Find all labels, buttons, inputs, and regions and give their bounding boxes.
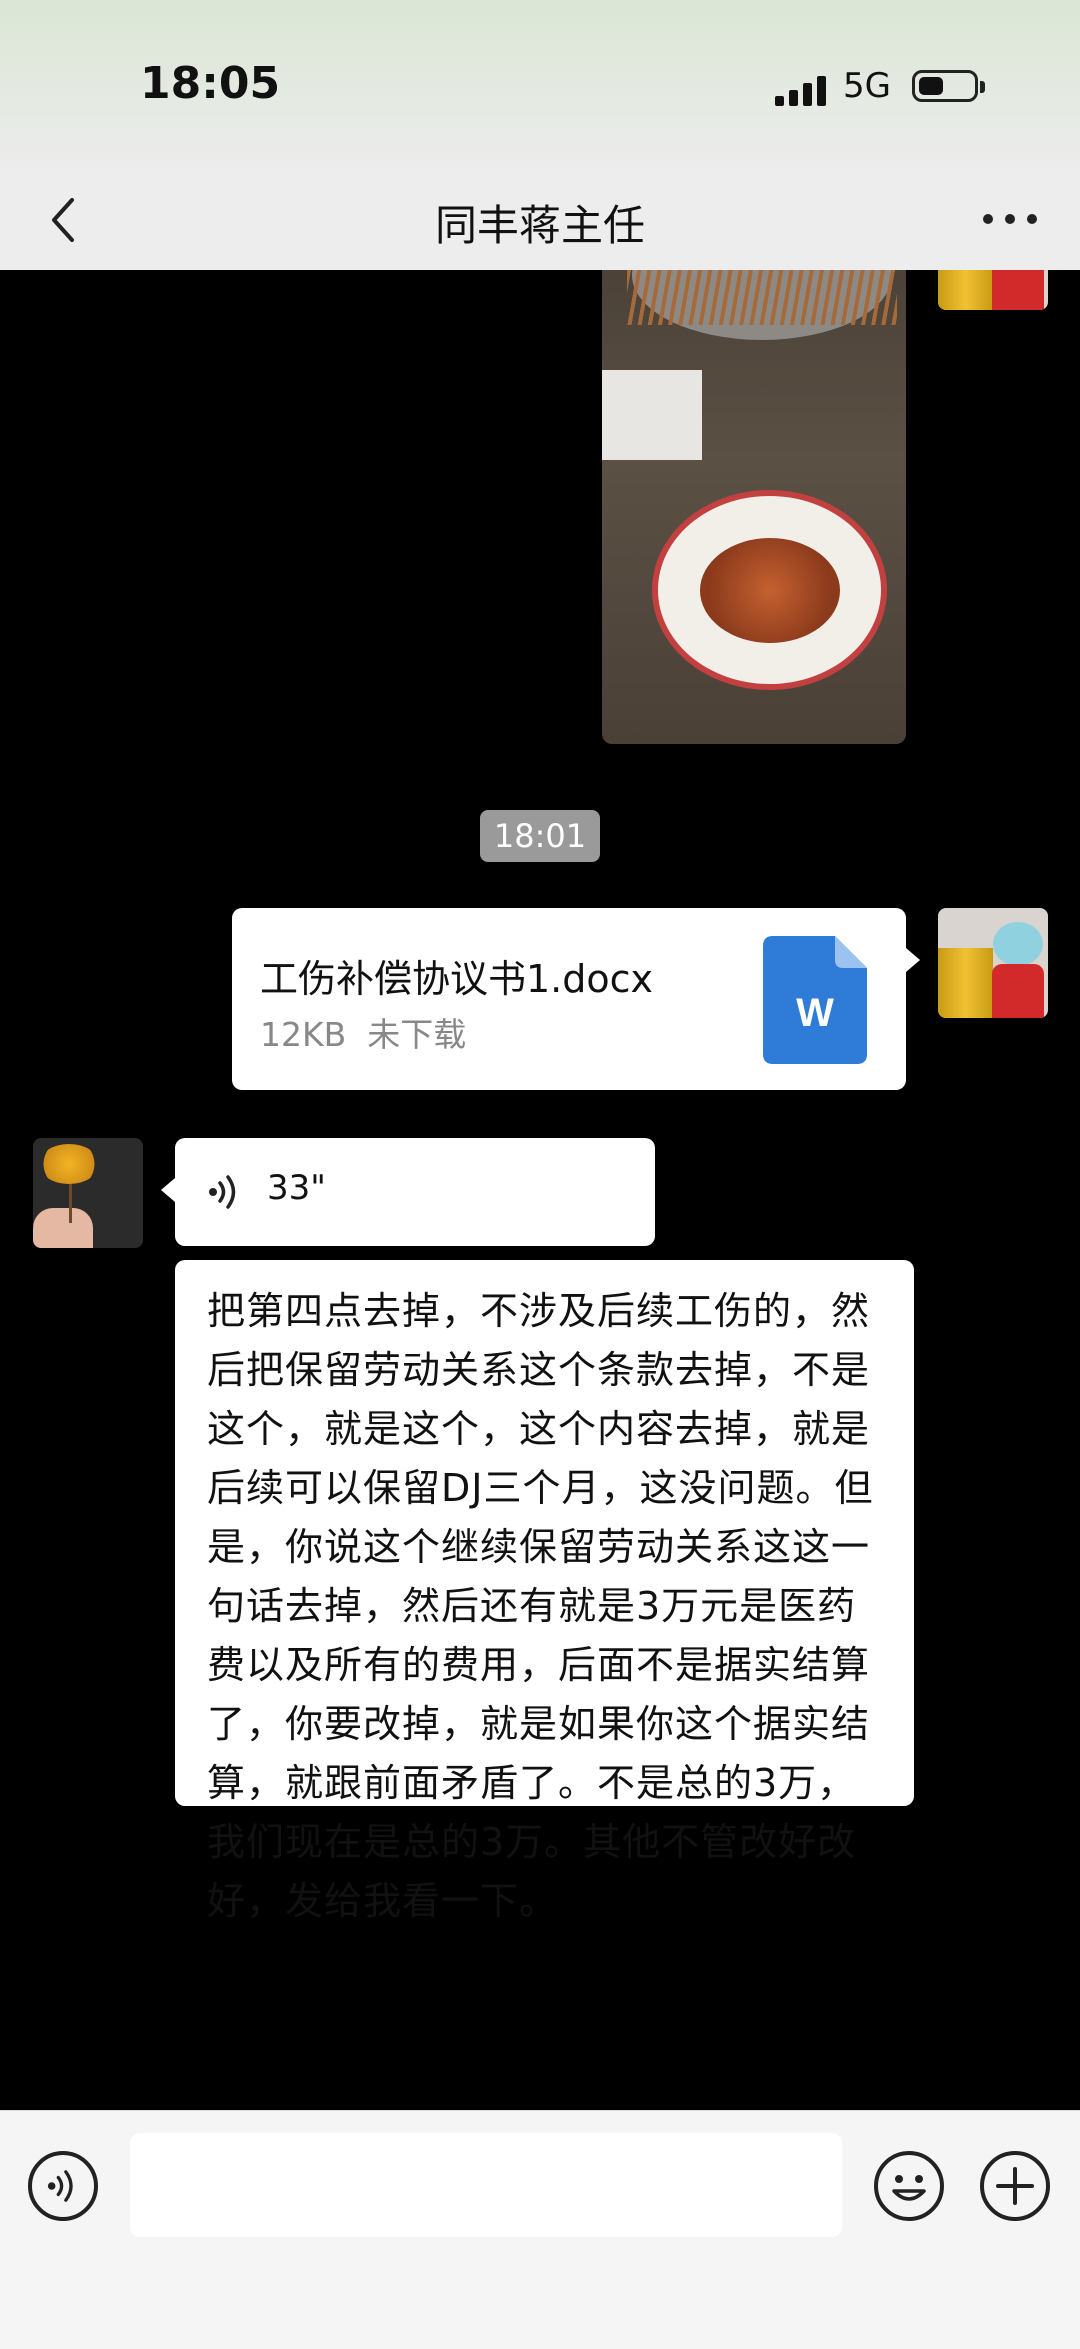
voice-wave-icon xyxy=(47,2170,73,2202)
voice-input-button[interactable] xyxy=(28,2151,98,2221)
self-avatar[interactable] xyxy=(938,270,1048,310)
more-functions-button[interactable] xyxy=(980,2151,1050,2221)
message-timestamp: 18:01 xyxy=(480,810,600,862)
file-meta: 12KB 未下载 xyxy=(260,1008,466,1056)
emoji-button[interactable] xyxy=(874,2151,944,2221)
word-document-icon: W xyxy=(763,936,867,1064)
status-bar: 18:05 5G xyxy=(0,0,1080,170)
voice-wave-icon xyxy=(209,1175,236,1209)
message-input[interactable] xyxy=(130,2133,842,2237)
text-message[interactable]: 把第四点去掉，不涉及后续工伤的，然后把保留劳动关系这个条款去掉，不是这个，就是这… xyxy=(175,1260,914,1923)
plus-icon xyxy=(996,2167,1034,2205)
battery-icon xyxy=(912,70,985,102)
file-name: 工伤补偿协议书1.docx xyxy=(260,957,654,1001)
text-message-content: 把第四点去掉，不涉及后续工伤的，然后把保留劳动关系这个条款去掉，不是这个，就是这… xyxy=(207,1289,874,1923)
self-avatar[interactable] xyxy=(938,908,1048,1018)
file-message[interactable]: 工伤补偿协议书1.docx 12KB 未下载 W xyxy=(232,908,920,1090)
status-time: 18:05 xyxy=(140,58,281,109)
nav-bar: 同丰蒋主任 xyxy=(0,170,1080,270)
file-status: 未下载 xyxy=(367,1015,467,1054)
more-options-icon[interactable] xyxy=(975,200,1045,240)
contact-avatar[interactable] xyxy=(33,1138,143,1248)
voice-message[interactable]: 33" xyxy=(161,1138,655,1246)
svg-text:W: W xyxy=(796,991,834,1035)
chat-area[interactable]: 18:01 工伤补偿协议书1.docx 12KB 未下载 W 33" 把第四点去… xyxy=(0,270,1080,2110)
file-size: 12KB xyxy=(260,1015,347,1054)
input-bar xyxy=(0,2110,1080,2349)
voice-duration: 33" xyxy=(267,1168,326,1208)
smiley-icon xyxy=(892,2175,926,2201)
signal-icon xyxy=(775,74,829,106)
food-photo-message[interactable] xyxy=(602,270,906,744)
chat-title: 同丰蒋主任 xyxy=(434,201,645,250)
network-type: 5G xyxy=(843,66,891,106)
